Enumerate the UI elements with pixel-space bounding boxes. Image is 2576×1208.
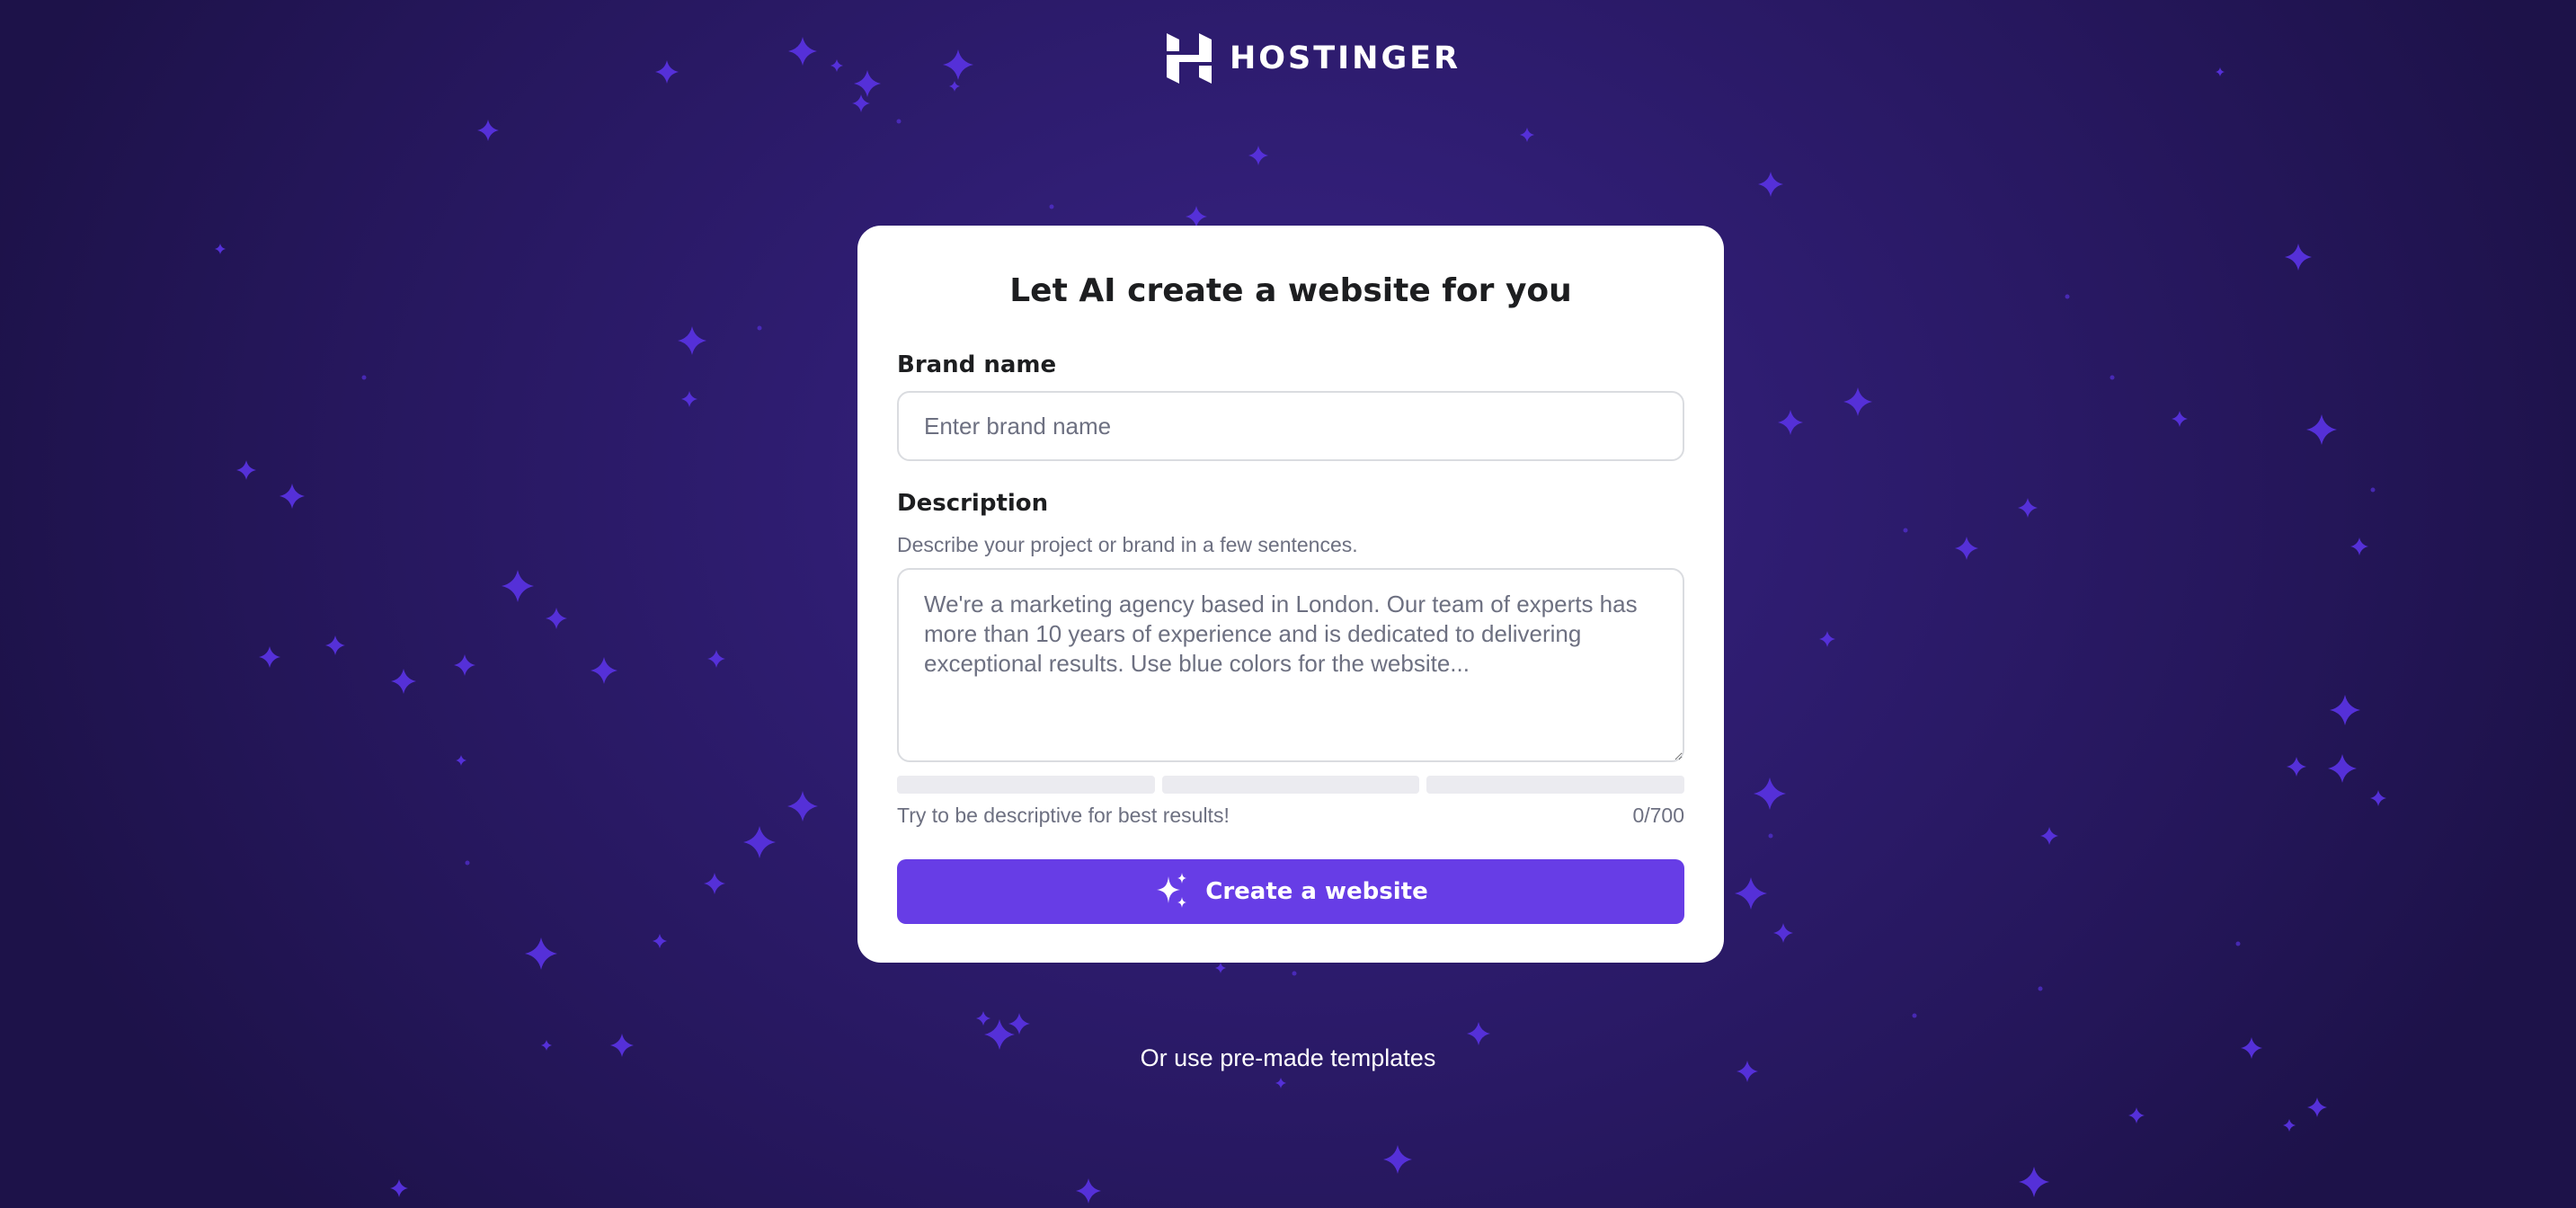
decorative-star-icon (215, 244, 226, 254)
ai-website-form-card: Let AI create a website for you Brand na… (857, 226, 1724, 963)
decorative-star-icon (2350, 537, 2368, 555)
decorative-star-icon (1467, 1022, 1490, 1045)
sparkle-icon (1157, 873, 1187, 908)
decorative-star-icon (1008, 1013, 1030, 1035)
decorative-star-icon (1520, 128, 1534, 142)
decorative-star-icon (653, 934, 667, 948)
decorative-star-icon (2328, 754, 2357, 783)
decorative-dot (1912, 1013, 1917, 1018)
hostinger-logo[interactable]: HOSTINGER (1167, 33, 1461, 84)
decorative-dot (896, 119, 902, 124)
decorative-star-icon (2040, 827, 2058, 845)
create-website-label: Create a website (1205, 878, 1428, 905)
logo-text: HOSTINGER (1230, 40, 1461, 76)
description-strength-meter (897, 776, 1685, 794)
decorative-star-icon (546, 608, 567, 629)
decorative-star-icon (681, 391, 697, 407)
decorative-star-icon (2306, 414, 2337, 445)
decorative-star-icon (1076, 1178, 1101, 1204)
strength-segment (897, 776, 1155, 794)
decorative-star-icon (390, 1179, 408, 1197)
decorative-dot (757, 325, 762, 331)
decorative-star-icon (2018, 498, 2038, 518)
decorative-star-icon (1735, 877, 1767, 910)
decorative-star-icon (976, 1011, 990, 1026)
decorative-star-icon (1275, 1078, 1286, 1088)
decorative-star-icon (1186, 206, 1207, 227)
decorative-star-icon (707, 650, 725, 668)
decorative-dot (1292, 971, 1297, 976)
decorative-dot (1049, 204, 1054, 209)
decorative-star-icon (2285, 244, 2312, 271)
decorative-star-icon (236, 460, 256, 480)
decorative-star-icon (949, 81, 960, 92)
decorative-dot (2065, 294, 2070, 299)
decorative-star-icon (1215, 963, 1226, 973)
premade-templates-link[interactable]: Or use pre-made templates (0, 1044, 2576, 1072)
decorative-star-icon (502, 570, 534, 602)
decorative-star-icon (831, 59, 843, 72)
decorative-dot (465, 860, 470, 866)
decorative-star-icon (943, 49, 973, 80)
description-helper-row: Try to be descriptive for best results! … (897, 804, 1684, 828)
decorative-star-icon (391, 669, 416, 694)
decorative-star-icon (1383, 1145, 1412, 1174)
decorative-star-icon (1843, 387, 1872, 416)
decorative-dot (2110, 375, 2115, 380)
decorative-star-icon (2172, 411, 2188, 427)
decorative-star-icon (1819, 631, 1835, 647)
decorative-star-icon (477, 120, 499, 141)
decorative-star-icon (704, 873, 725, 894)
decorative-star-icon (2216, 67, 2225, 76)
brand-name-input[interactable] (897, 391, 1684, 461)
decorative-star-icon (1955, 537, 1978, 560)
form-title: Let AI create a website for you (1009, 272, 1572, 309)
decorative-star-icon (655, 60, 679, 84)
decorative-star-icon (2019, 1167, 2049, 1197)
character-counter: 0/700 (1632, 804, 1684, 827)
decorative-star-icon (325, 635, 345, 655)
description-textarea[interactable] (897, 568, 1684, 762)
decorative-dot (1903, 528, 1908, 533)
description-hint: Describe your project or brand in a few … (897, 533, 1358, 556)
description-label: Description (897, 490, 1049, 517)
strength-segment (1426, 776, 1685, 794)
decorative-dot (1768, 833, 1773, 839)
decorative-star-icon (525, 937, 557, 970)
decorative-star-icon (454, 654, 475, 676)
create-website-button[interactable]: Create a website (897, 859, 1684, 924)
decorative-star-icon (1778, 410, 1803, 435)
decorative-star-icon (2128, 1107, 2145, 1124)
decorative-star-icon (788, 37, 817, 66)
decorative-star-icon (259, 646, 280, 668)
decorative-star-icon (1758, 172, 1783, 197)
decorative-star-icon (456, 755, 466, 766)
helper-text: Try to be descriptive for best results! (897, 804, 1230, 827)
decorative-star-icon (2370, 790, 2386, 806)
decorative-star-icon (743, 826, 776, 858)
decorative-dot (2235, 941, 2241, 946)
strength-segment (1161, 776, 1420, 794)
decorative-star-icon (2330, 695, 2360, 725)
decorative-star-icon (1773, 923, 1793, 943)
decorative-star-icon (678, 326, 706, 355)
decorative-star-icon (2283, 1119, 2296, 1132)
decorative-dot (2038, 986, 2043, 991)
hostinger-h-logo-icon (1167, 33, 1212, 84)
decorative-dot (361, 375, 367, 380)
decorative-dot (2370, 487, 2376, 493)
brand-name-label: Brand name (897, 351, 1057, 378)
decorative-star-icon (591, 657, 617, 684)
decorative-star-icon (1248, 146, 1268, 165)
decorative-star-icon (2287, 757, 2306, 777)
decorative-star-icon (787, 791, 818, 822)
decorative-star-icon (854, 70, 881, 97)
decorative-star-icon (1754, 777, 1786, 810)
decorative-star-icon (2307, 1097, 2327, 1117)
decorative-star-icon (280, 484, 305, 509)
